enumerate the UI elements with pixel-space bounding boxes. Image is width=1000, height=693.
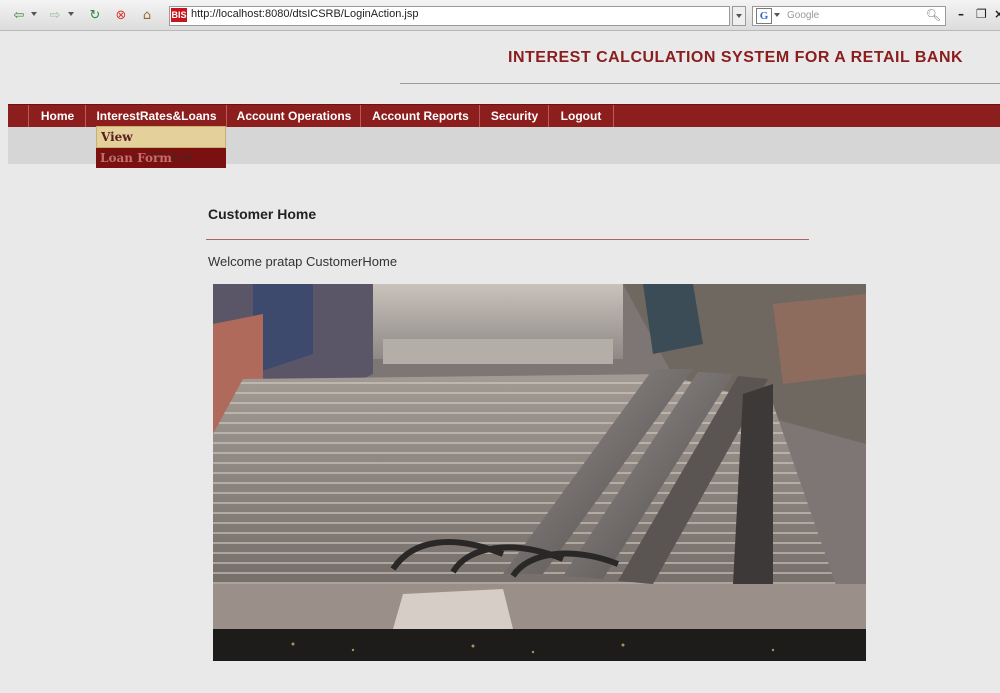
main-nav: Home InterestRates&Loans Account Operati…	[8, 104, 1000, 128]
site-title: INTEREST CALCULATION SYSTEM FOR A RETAIL…	[508, 49, 964, 66]
chevron-down-icon	[736, 14, 742, 18]
welcome-message: Welcome pratap CustomerHome	[208, 254, 398, 269]
nav-interest-rates-loans[interactable]: InterestRates&Loans	[85, 105, 227, 128]
home-icon[interactable]: ⌂	[138, 6, 156, 24]
escalator-photo	[213, 284, 866, 661]
site-favicon: BIS	[171, 8, 187, 22]
browser-toolbar: ⇦ ⇨ ↻ ⊗ ⌂ BIS http://localhost:8080/dtsI…	[0, 0, 1000, 31]
search-bar[interactable]: G Google 🔍︎	[752, 6, 946, 26]
nav-account-reports[interactable]: Account Reports	[360, 105, 480, 128]
content-divider	[206, 239, 809, 240]
menu-item-loan-form[interactable]: Loan Form	[96, 148, 226, 168]
google-icon[interactable]: G	[756, 8, 772, 24]
back-icon[interactable]: ⇦	[10, 6, 28, 24]
nav-account-operations[interactable]: Account Operations	[226, 105, 361, 128]
search-engine-dropdown-icon[interactable]	[774, 13, 780, 17]
forward-icon[interactable]: ⇨	[46, 6, 64, 24]
nav-security[interactable]: Security	[479, 105, 549, 128]
interest-rates-dropdown: View InterestRates Loan Form	[96, 126, 226, 168]
url-text[interactable]: http://localhost:8080/dtsICSRB/LoginActi…	[191, 8, 418, 20]
search-icon[interactable]: 🔍︎	[926, 8, 941, 22]
stop-icon[interactable]: ⊗	[112, 6, 130, 24]
nav-home[interactable]: Home	[28, 105, 86, 128]
back-dropdown-icon[interactable]	[31, 12, 37, 16]
menu-item-view-interest-rates[interactable]: View InterestRates	[96, 126, 226, 164]
escalator-photo-graphic	[213, 284, 866, 661]
search-input[interactable]: Google	[787, 10, 819, 21]
reload-icon[interactable]: ↻	[86, 6, 104, 24]
forward-dropdown-icon[interactable]	[68, 12, 74, 16]
restore-icon[interactable]: ❐	[976, 7, 987, 21]
close-icon[interactable]: ×	[994, 7, 1000, 21]
minimize-icon[interactable]: –	[958, 7, 964, 21]
nav-logout[interactable]: Logout	[548, 105, 614, 128]
header-divider	[400, 83, 1000, 84]
url-dropdown-button[interactable]	[732, 6, 746, 26]
address-bar[interactable]: BIS http://localhost:8080/dtsICSRB/Login…	[169, 6, 890, 26]
page-title: Customer Home	[208, 206, 317, 222]
